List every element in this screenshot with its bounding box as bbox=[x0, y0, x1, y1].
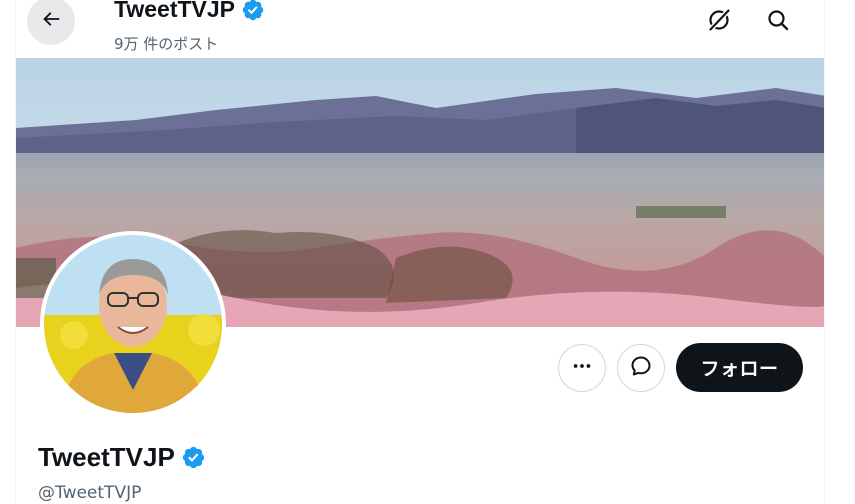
profile-name-row: TweetTVJP bbox=[38, 442, 206, 473]
profile-header: TweetTVJP 9万 件のポスト bbox=[16, 0, 824, 58]
search-button[interactable] bbox=[761, 5, 795, 39]
search-icon bbox=[766, 8, 790, 36]
profile-column: TweetTVJP 9万 件のポスト フォロー TweetTVJP @Tweet… bbox=[15, 0, 825, 504]
message-icon bbox=[629, 354, 653, 382]
verified-badge-icon bbox=[241, 0, 265, 22]
arrow-left-icon bbox=[40, 8, 62, 34]
more-button[interactable] bbox=[558, 344, 606, 392]
follow-button[interactable]: フォロー bbox=[676, 343, 803, 392]
profile-avatar[interactable] bbox=[40, 231, 226, 417]
post-count: 9万 件のポスト bbox=[114, 35, 219, 53]
display-name: TweetTVJP bbox=[38, 442, 175, 472]
message-button[interactable] bbox=[617, 344, 665, 392]
header-title: TweetTVJP bbox=[114, 0, 265, 23]
grok-icon bbox=[706, 7, 732, 37]
back-button[interactable] bbox=[27, 0, 75, 45]
profile-handle: @TweetTVJP bbox=[38, 483, 142, 503]
grok-button[interactable] bbox=[702, 5, 736, 39]
more-icon bbox=[571, 355, 593, 381]
avatar-photo bbox=[44, 235, 222, 413]
header-name: TweetTVJP bbox=[114, 0, 235, 22]
verified-badge-icon[interactable] bbox=[181, 445, 206, 470]
